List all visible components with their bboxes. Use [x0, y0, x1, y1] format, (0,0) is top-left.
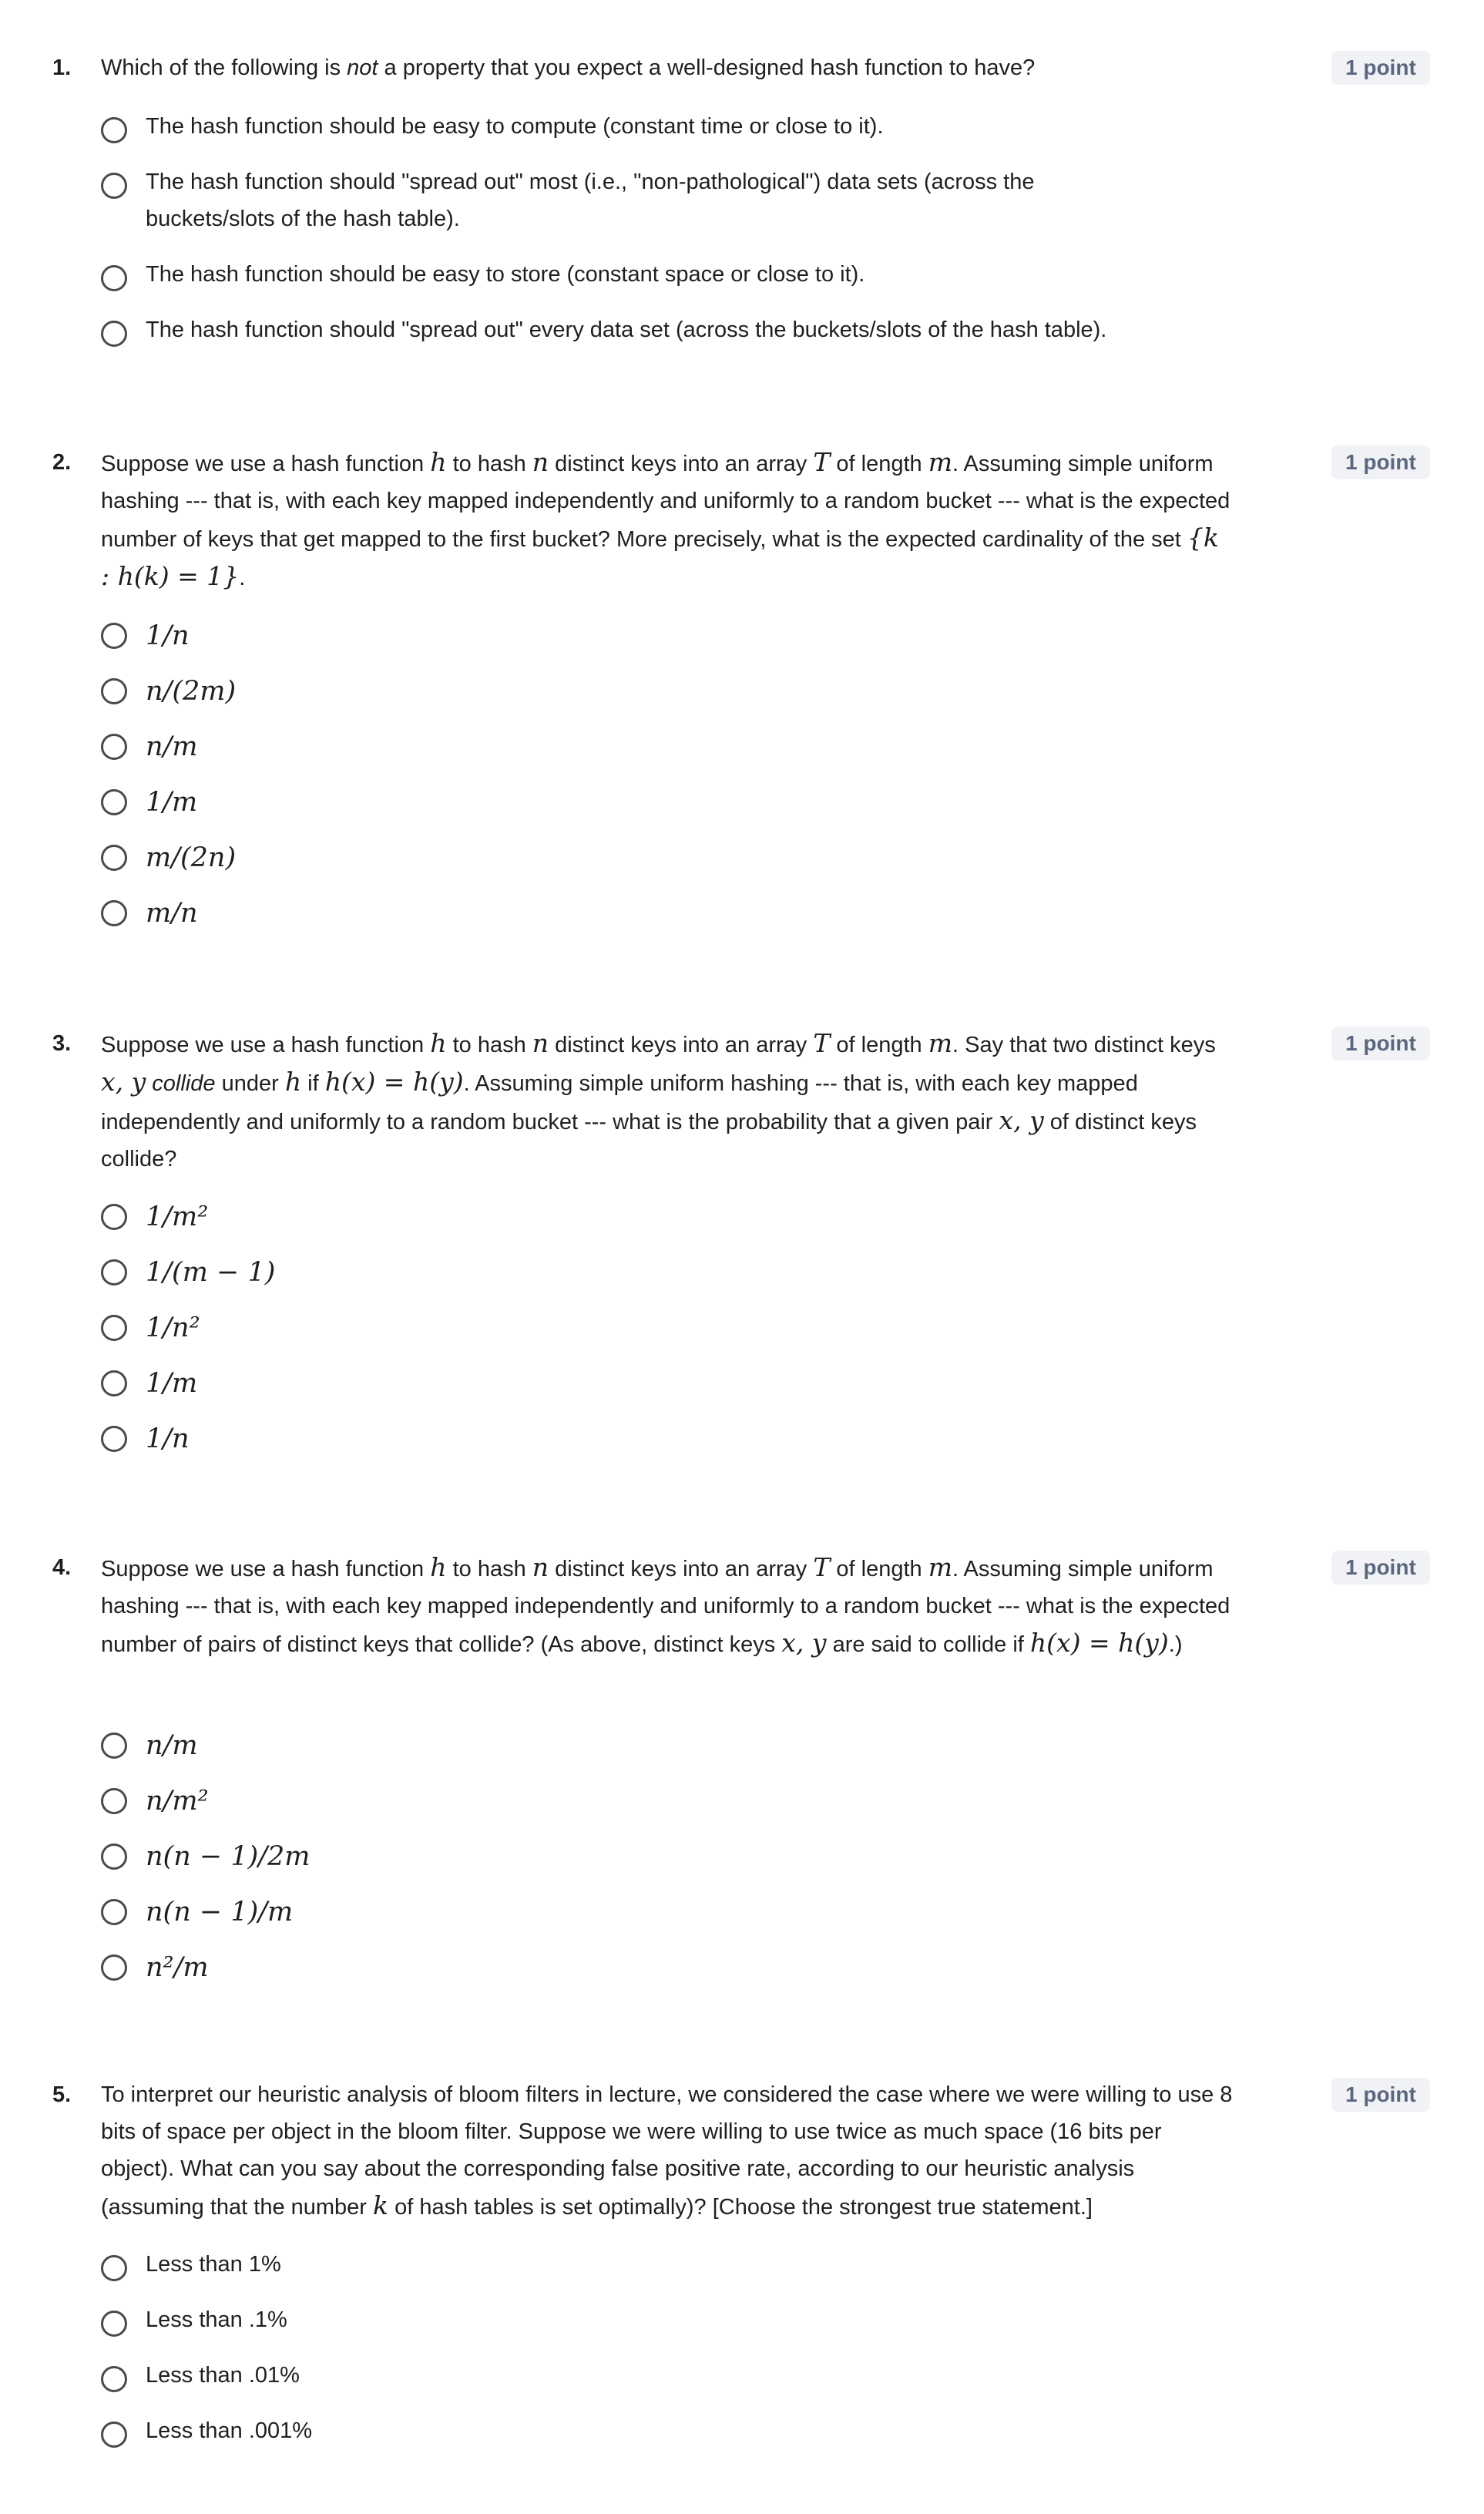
option-4e[interactable]: n²/m	[101, 1945, 1241, 1988]
option-label: 1/n	[146, 620, 190, 651]
option-label: n/m	[146, 731, 198, 762]
radio-button[interactable]	[101, 173, 127, 199]
option-label: The hash function should "spread out" mo…	[146, 170, 1035, 231]
option-2f[interactable]: m/n	[101, 891, 1241, 934]
question-text: Suppose we use a hash function h to hash…	[101, 447, 1231, 591]
question-number: 5.	[52, 2082, 72, 2107]
option-label: n/m²	[146, 1786, 209, 1817]
option-label: n²/m	[146, 1952, 209, 1983]
option-5d[interactable]: Less than .001%	[101, 2412, 1241, 2455]
question-number: 3.	[52, 1031, 72, 1056]
radio-button[interactable]	[101, 1370, 127, 1396]
option-4b[interactable]: n/m²	[101, 1779, 1241, 1822]
option-label: 1/m	[146, 787, 198, 818]
points-badge: 1 point	[1331, 1551, 1430, 1585]
option-2b[interactable]: n/(2m)	[101, 669, 1241, 712]
option-label: Less than .1%	[146, 2307, 287, 2332]
radio-button[interactable]	[101, 1788, 127, 1814]
radio-button[interactable]	[101, 1843, 127, 1870]
radio-button[interactable]	[101, 117, 127, 143]
option-5a[interactable]: Less than 1%	[101, 2246, 1241, 2289]
option-5b[interactable]: Less than .1%	[101, 2301, 1241, 2344]
radio-button[interactable]	[101, 2311, 127, 2337]
radio-button[interactable]	[101, 1259, 127, 1286]
option-label: m/(2n)	[146, 842, 237, 873]
radio-button[interactable]	[101, 1733, 127, 1759]
question-number: 4.	[52, 1555, 72, 1580]
question-text: Suppose we use a hash function h to hash…	[101, 1028, 1216, 1171]
radio-button[interactable]	[101, 2366, 127, 2392]
radio-button[interactable]	[101, 321, 127, 347]
points-badge: 1 point	[1331, 51, 1430, 85]
radio-button[interactable]	[101, 789, 127, 815]
option-1a[interactable]: The hash function should be easy to comp…	[101, 108, 1241, 151]
option-4d[interactable]: n(n − 1)/m	[101, 1890, 1241, 1933]
radio-button[interactable]	[101, 1899, 127, 1925]
option-label: The hash function should be easy to comp…	[146, 114, 884, 139]
option-4a[interactable]: n/m	[101, 1723, 1241, 1766]
option-label: The hash function should be easy to stor…	[146, 262, 865, 287]
option-label: Less than .001%	[146, 2418, 313, 2443]
question-number: 2.	[52, 450, 72, 475]
radio-button[interactable]	[101, 845, 127, 871]
question-text: Which of the following is not a property…	[101, 55, 1036, 80]
option-label: n/m	[146, 1730, 198, 1761]
question-text: Suppose we use a hash function h to hash…	[101, 1552, 1231, 1658]
radio-button[interactable]	[101, 1204, 127, 1230]
option-label: Less than .01%	[146, 2363, 300, 2388]
option-3a[interactable]: 1/m²	[101, 1195, 1241, 1238]
question-text: To interpret our heuristic analysis of b…	[101, 2082, 1233, 2220]
radio-button[interactable]	[101, 1315, 127, 1341]
option-label: The hash function should "spread out" ev…	[146, 318, 1107, 342]
points-badge: 1 point	[1331, 2078, 1430, 2112]
radio-button[interactable]	[101, 678, 127, 704]
question-number: 1.	[52, 55, 72, 80]
radio-button[interactable]	[101, 623, 127, 649]
radio-button[interactable]	[101, 265, 127, 291]
option-label: n(n − 1)/2m	[146, 1841, 311, 1872]
option-3b[interactable]: 1/(m − 1)	[101, 1250, 1241, 1293]
option-3d[interactable]: 1/m	[101, 1361, 1241, 1404]
option-label: Less than 1%	[146, 2252, 281, 2277]
option-3e[interactable]: 1/n	[101, 1417, 1241, 1460]
option-label: 1/m	[146, 1368, 198, 1399]
option-1b[interactable]: The hash function should "spread out" mo…	[101, 163, 1241, 237]
option-label: 1/m²	[146, 1202, 209, 1232]
option-2e[interactable]: m/(2n)	[101, 835, 1241, 879]
option-5c[interactable]: Less than .01%	[101, 2357, 1241, 2400]
points-badge: 1 point	[1331, 1027, 1430, 1060]
option-2a[interactable]: 1/n	[101, 613, 1241, 657]
option-label: n/(2m)	[146, 676, 237, 707]
option-label: 1/(m − 1)	[146, 1257, 276, 1288]
option-label: 1/n	[146, 1423, 190, 1454]
option-2c[interactable]: n/m	[101, 724, 1241, 768]
radio-button[interactable]	[101, 734, 127, 760]
radio-button[interactable]	[101, 2422, 127, 2448]
option-4c[interactable]: n(n − 1)/2m	[101, 1834, 1241, 1877]
option-1d[interactable]: The hash function should "spread out" ev…	[101, 311, 1241, 355]
radio-button[interactable]	[101, 900, 127, 926]
option-label: 1/n²	[146, 1312, 200, 1343]
option-1c[interactable]: The hash function should be easy to stor…	[101, 256, 1241, 299]
option-3c[interactable]: 1/n²	[101, 1306, 1241, 1349]
points-badge: 1 point	[1331, 445, 1430, 479]
option-label: n(n − 1)/m	[146, 1897, 294, 1928]
radio-button[interactable]	[101, 1954, 127, 1981]
option-2d[interactable]: 1/m	[101, 780, 1241, 823]
radio-button[interactable]	[101, 2255, 127, 2281]
radio-button[interactable]	[101, 1426, 127, 1452]
option-label: m/n	[146, 898, 198, 929]
